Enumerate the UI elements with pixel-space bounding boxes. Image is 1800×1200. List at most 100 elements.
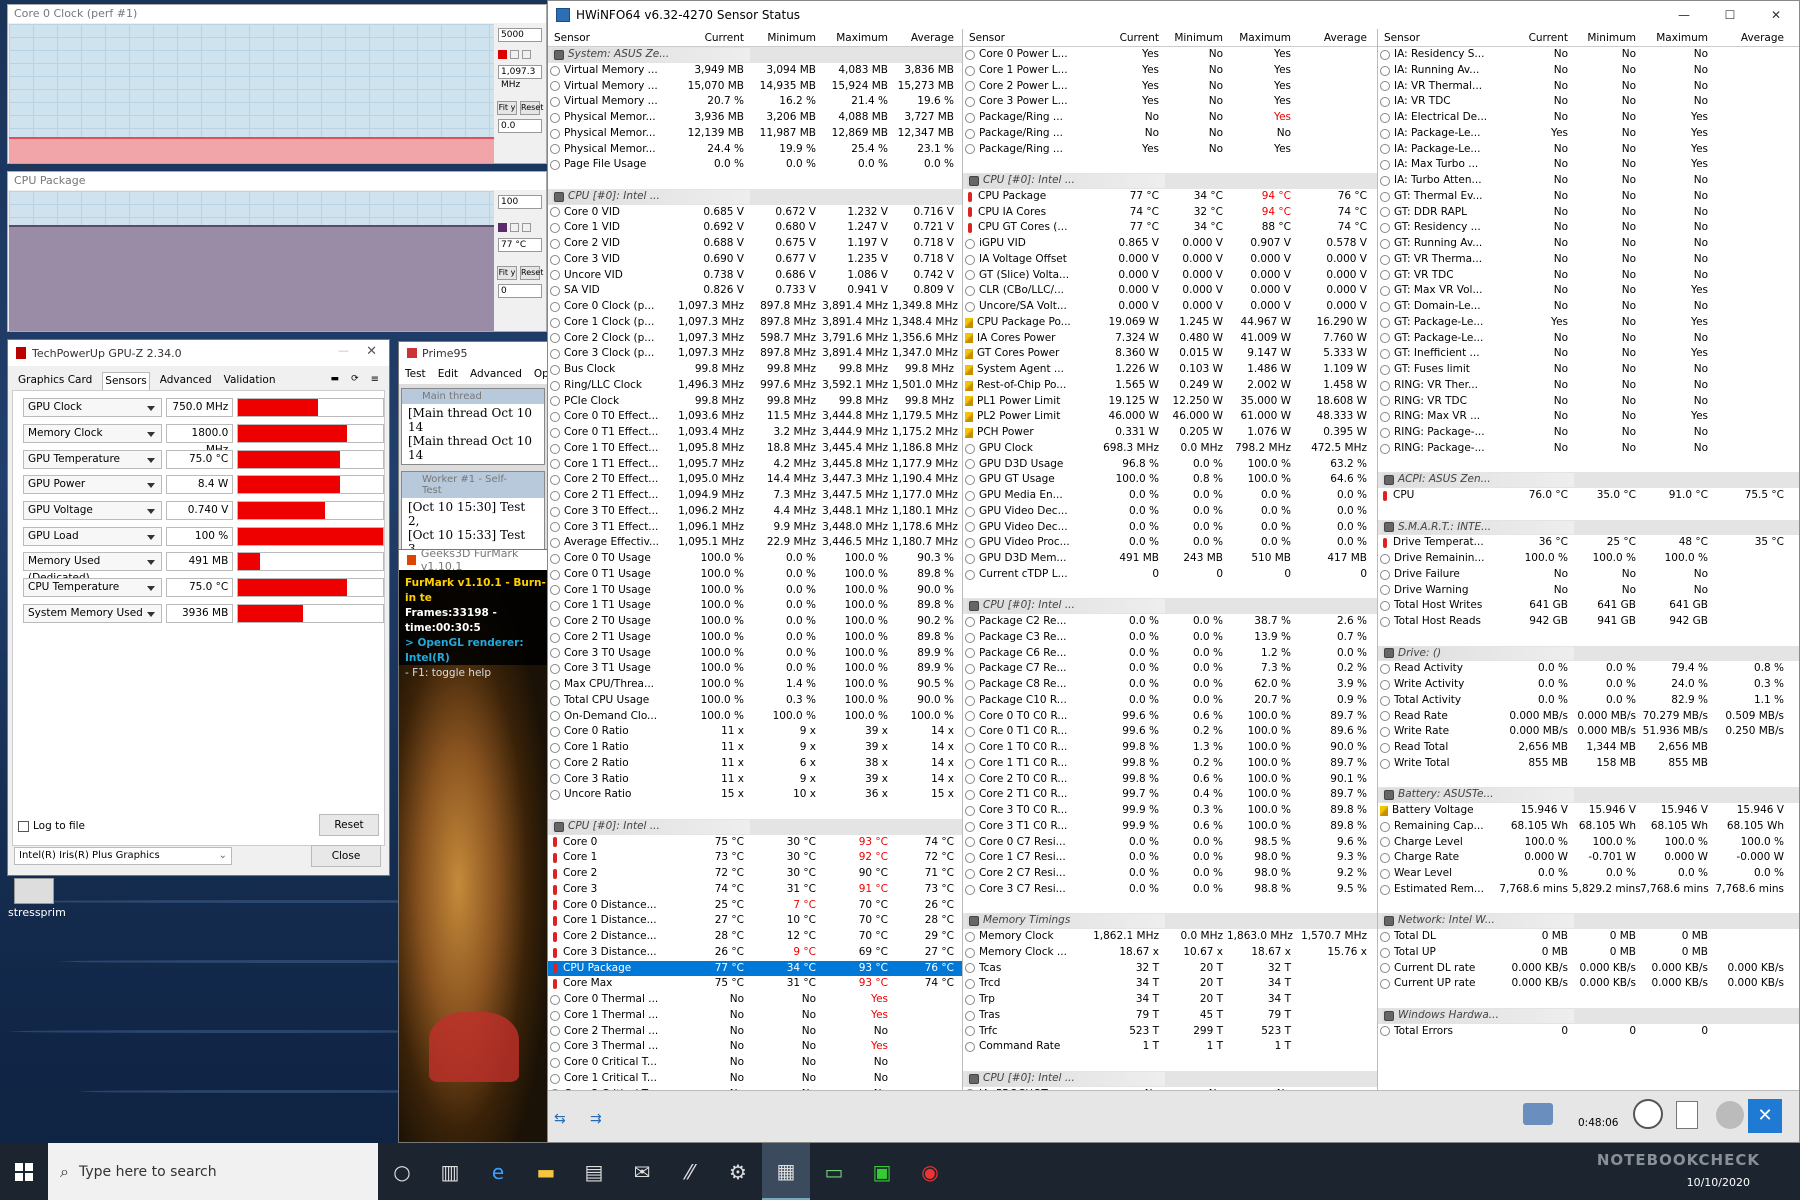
collapse-icon[interactable]: ⇆ (554, 1111, 566, 1127)
sensor-row[interactable]: Rest-of-Chip Po... 1.565 W 0.249 W 2.002 W 1… (963, 378, 1377, 394)
graph-reset-button[interactable]: Reset (520, 101, 543, 115)
cortana-icon[interactable]: ○ (378, 1143, 426, 1200)
close-icon[interactable]: ✕ (1753, 1, 1799, 29)
sensor-row[interactable]: IA: Residency S... No No No (1378, 47, 1799, 63)
sensor-row[interactable]: Core 1 T0 C0 R... 99.8 % 1.3 % 100.0 % 90.0 … (963, 740, 1377, 756)
sensor-row[interactable]: Core 1 T0 Usage 100.0 % 0.0 % 100.0 % 90.0 % (548, 583, 962, 599)
sensor-row[interactable]: GPU Media En... 0.0 % 0.0 % 0.0 % 0.0 % (963, 488, 1377, 504)
furmark-taskbar-icon[interactable]: ◉ (906, 1143, 954, 1200)
reset-button[interactable]: Reset (319, 814, 379, 836)
menu-icon[interactable]: ≡ (369, 372, 381, 390)
sensor-row[interactable]: Core 3 Clock (p... 1,097.3 MHz 897.8 MHz 3,… (548, 346, 962, 362)
sensor-label[interactable]: GPU Power (23, 475, 162, 495)
sensor-label[interactable]: System Memory Used (23, 603, 162, 623)
sensor-row[interactable]: Write Total 855 MB 158 MB 855 MB (1378, 756, 1799, 772)
header-maximum[interactable]: Maximum (1227, 29, 1295, 46)
sensor-row[interactable]: Core 3 74 °C 31 °C 91 °C 73 °C (548, 882, 962, 898)
sensor-group-header[interactable]: CPU [#0]: Intel ... (963, 598, 1377, 614)
sensor-row[interactable]: Package C7 Re... 0.0 % 0.0 % 7.3 % 0.2 % (963, 661, 1377, 677)
sensor-row[interactable]: Core 3 T1 Usage 100.0 % 0.0 % 100.0 % 89.9 % (548, 661, 962, 677)
sensor-row[interactable]: GPU Video Dec... 0.0 % 0.0 % 0.0 % 0.0 % (963, 504, 1377, 520)
sensor-row[interactable]: Physical Memor... 12,139 MB 11,987 MB 12,86… (548, 126, 962, 142)
sensor-row[interactable]: Core 1 Ratio 11 x 9 x 39 x 14 x (548, 740, 962, 756)
sensor-row[interactable]: Core 3 Ratio 11 x 9 x 39 x 14 x (548, 772, 962, 788)
sensor-group-header[interactable]: CPU [#0]: Intel ... (548, 188, 962, 205)
sensor-row[interactable]: Core 1 C7 Resi... 0.0 % 0.0 % 98.0 % 9.3 % (963, 850, 1377, 866)
sensor-row[interactable]: System Agent ... 1.226 W 0.103 W 1.486 W 1.1… (963, 362, 1377, 378)
sensor-row[interactable]: IA Cores Power 7.324 W 0.480 W 41.009 W 7.76… (963, 331, 1377, 347)
sensor-row[interactable]: iGPU VID 0.865 V 0.000 V 0.907 V 0.578 V (963, 236, 1377, 252)
sensor-row[interactable]: GT: Max VR Vol... No No Yes (1378, 283, 1799, 299)
sensor-row[interactable]: Virtual Memory ... 20.7 % 16.2 % 21.4 % 19.6… (548, 94, 962, 110)
sensor-row[interactable]: Core 3 T1 C0 R... 99.9 % 0.6 % 100.0 % 89.8 … (963, 819, 1377, 835)
sensor-row[interactable]: Core 2 Power L... Yes No Yes (963, 79, 1377, 95)
sensor-row[interactable]: IA: Electrical De... No No Yes (1378, 110, 1799, 126)
sensor-row[interactable]: Total Host Reads 942 GB 941 GB 942 GB (1378, 614, 1799, 630)
sensor-row[interactable]: GPU D3D Mem... 491 MB 243 MB 510 MB 417 MB (963, 551, 1377, 567)
graph-core0-clock-window[interactable]: Core 0 Clock (perf #1) 5000 1,097.3 MHz … (7, 4, 547, 164)
tab-sensors[interactable]: Sensors (102, 372, 150, 390)
mail-icon[interactable]: ✉ (618, 1143, 666, 1200)
sensor-row[interactable]: PL2 Power Limit 46.000 W 46.000 W 61.000 W 4… (963, 409, 1377, 425)
sensor-row[interactable]: Wear Level 0.0 % 0.0 % 0.0 % 0.0 % (1378, 866, 1799, 882)
sensor-row[interactable]: Core 1 VID 0.692 V 0.680 V 1.247 V 0.721 V (548, 220, 962, 236)
store-icon[interactable]: ▤ (570, 1143, 618, 1200)
device-select[interactable]: Intel(R) Iris(R) Plus Graphics ⌄ (14, 847, 232, 865)
settings-icon[interactable] (1716, 1101, 1744, 1129)
sensor-row[interactable]: Drive Temperat... 36 °C 25 °C 48 °C 35 °C (1378, 535, 1799, 551)
hwinfo-titlebar[interactable]: HWiNFO64 v6.32-4270 Sensor Status — ☐ ✕ (548, 1, 1799, 29)
sensor-row[interactable]: GT: Thermal Ev... No No No (1378, 189, 1799, 205)
sensor-group-header[interactable]: Battery: ASUSTe... (1378, 787, 1799, 803)
file-explorer-icon[interactable]: ▬ (522, 1143, 570, 1200)
hwinfo-window[interactable]: HWiNFO64 v6.32-4270 Sensor Status — ☐ ✕ … (547, 0, 1800, 1143)
header-average[interactable]: Average (892, 29, 958, 46)
header-average[interactable]: Average (1712, 29, 1788, 46)
sensor-row[interactable]: Core 0 T0 C0 R... 99.6 % 0.6 % 100.0 % 89.7 … (963, 709, 1377, 725)
sensor-group-header[interactable]: System: ASUS Ze... (548, 47, 962, 63)
graph-reset-button[interactable]: Reset (520, 266, 543, 280)
sensor-row[interactable]: Read Total 2,656 MB 1,344 MB 2,656 MB (1378, 740, 1799, 756)
sensor-row[interactable]: Core 3 VID 0.690 V 0.677 V 1.235 V 0.718 V (548, 252, 962, 268)
sensor-row[interactable]: Package C10 R... 0.0 % 0.0 % 20.7 % 0.9 % (963, 693, 1377, 709)
sensor-row[interactable]: Trp 34 T 20 T 34 T (963, 992, 1377, 1008)
sensor-row[interactable]: GT: Running Av... No No No (1378, 236, 1799, 252)
sensor-row[interactable]: GT (Slice) Volta... 0.000 V 0.000 V 0.000 V… (963, 268, 1377, 284)
sensor-row[interactable]: Core 1 Power L... Yes No Yes (963, 63, 1377, 79)
sensor-row[interactable]: Core 0 T1 C0 R... 99.6 % 0.2 % 100.0 % 89.6 … (963, 724, 1377, 740)
sensor-row[interactable]: GT: VR Therma... No No No (1378, 252, 1799, 268)
header-sensor[interactable]: Sensor (963, 29, 1081, 46)
menu-edit[interactable]: Edit (438, 368, 458, 380)
sensor-group-header[interactable]: Memory Timings (963, 913, 1377, 929)
sensor-label[interactable]: CPU Temperature (23, 578, 162, 598)
sensor-row[interactable]: Core 0 Thermal ... No No Yes (548, 992, 962, 1008)
sensor-row[interactable]: Package/Ring ... No No Yes (963, 110, 1377, 126)
sensor-row[interactable]: Core 3 T1 Effect... 1,096.1 MHz 9.9 MHz 3,4… (548, 520, 962, 536)
sensor-group-header[interactable]: Windows Hardwa... (1378, 1007, 1799, 1024)
sensor-row[interactable]: Core 2 T1 Effect... 1,094.9 MHz 7.3 MHz 3,4… (548, 488, 962, 504)
sensor-row[interactable]: Tcas 32 T 20 T 32 T (963, 961, 1377, 977)
sensor-row[interactable]: Core 0 Critical T... No No No (548, 1055, 962, 1071)
sensor-row[interactable]: Uncore VID 0.738 V 0.686 V 1.086 V 0.742 V (548, 268, 962, 284)
sensor-row[interactable]: GPU D3D Usage 96.8 % 0.0 % 100.0 % 63.2 % (963, 457, 1377, 473)
sensor-row[interactable]: Trcd 34 T 20 T 34 T (963, 976, 1377, 992)
hwinfo-taskbar-icon[interactable]: ▦ (762, 1143, 810, 1200)
sensor-row[interactable]: IA: Package-Le... No No Yes (1378, 142, 1799, 158)
sensor-row[interactable]: CLR (CBo/LLC/... 0.000 V 0.000 V 0.000 V 0.0… (963, 283, 1377, 299)
sensor-group-header[interactable]: CPU [#0]: Intel ... (963, 173, 1377, 189)
sensor-row[interactable]: Core 0 T0 Effect... 1,093.6 MHz 11.5 MHz 3,… (548, 409, 962, 425)
sensor-row[interactable]: Core 1 Distance... 27 °C 10 °C 70 °C 28 °C (548, 913, 962, 929)
sensor-row[interactable]: Core 2 VID 0.688 V 0.675 V 1.197 V 0.718 V (548, 236, 962, 252)
sensor-row[interactable]: Memory Clock ... 18.67 x 10.67 x 18.67 x 15.… (963, 945, 1377, 961)
sensor-row[interactable]: Package C8 Re... 0.0 % 0.0 % 62.0 % 3.9 % (963, 677, 1377, 693)
sensor-row[interactable]: Write Rate 0.000 MB/s 0.000 MB/s 51.936 MB/… (1378, 724, 1799, 740)
graph-cpu-package-window[interactable]: CPU Package 100 77 °C Fit y Reset 0 (7, 171, 547, 332)
sensor-row[interactable]: Drive Remainin... 100.0 % 100.0 % 100.0 % (1378, 551, 1799, 567)
sensor-row[interactable]: Core 0 Clock (p... 1,097.3 MHz 897.8 MHz 3,… (548, 299, 962, 315)
sensor-group-header[interactable]: S.M.A.R.T.: INTE... (1378, 519, 1799, 536)
prime95-titlebar[interactable]: Prime95 (399, 342, 547, 364)
sensor-row[interactable]: RING: VR Ther... No No No (1378, 378, 1799, 394)
sensor-row[interactable]: GT: VR TDC No No No (1378, 268, 1799, 284)
sensor-row[interactable]: Core 3 Thermal ... No No Yes (548, 1039, 962, 1055)
sensor-row[interactable]: Core 2 Thermal ... No No No (548, 1024, 962, 1040)
prime95-taskbar-icon[interactable]: ▣ (858, 1143, 906, 1200)
